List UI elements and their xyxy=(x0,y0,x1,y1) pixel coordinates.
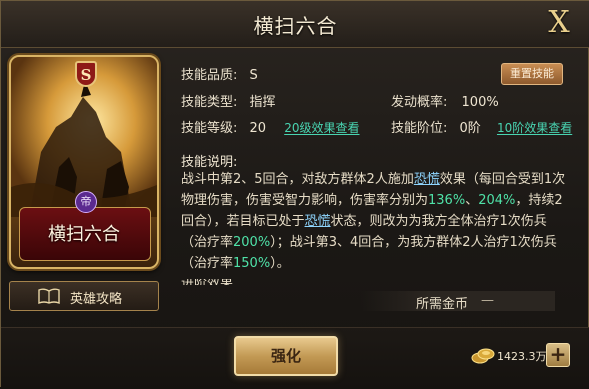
card-name: 横扫六合 xyxy=(48,224,120,245)
skill-description: 战斗中第2、5回合，对敌方群体2人施加恐慌效果（每回合受到1次物理伤害，伤害受智… xyxy=(181,169,569,279)
grade-badge: S xyxy=(75,61,97,87)
quality-value: S xyxy=(249,68,258,83)
gold-coin-icon xyxy=(471,348,495,364)
heal-rate-value: 150% xyxy=(233,256,271,271)
rate-value: 100% xyxy=(461,95,499,110)
hero-guide-label: 英雄攻略 xyxy=(70,292,123,307)
close-button[interactable]: X xyxy=(542,5,576,41)
level-label: 技能等级: xyxy=(181,121,238,136)
skill-panel: 横扫六合 X S 帝 横扫六合 英雄攻略 技能品质: S 重置技能 技能类型: … xyxy=(0,0,589,389)
gold-cost-label: 所需金币 xyxy=(416,297,469,312)
heal-rate-value: 200% xyxy=(233,235,271,250)
stage-row: 技能阶位: 0阶 10阶效果查看 xyxy=(391,117,572,136)
type-value: 指挥 xyxy=(249,95,276,110)
desc-text: ）。 xyxy=(270,256,290,271)
stage-label: 技能阶位: xyxy=(391,121,448,136)
type-label: 技能类型: xyxy=(181,95,238,110)
hero-guide-button[interactable]: 英雄攻略 xyxy=(9,281,159,311)
description-title: 技能说明: xyxy=(181,155,238,170)
damage-rate-value: 136% xyxy=(428,193,466,208)
strengthen-button[interactable]: 强化 xyxy=(234,336,338,376)
type-row: 技能类型: 指挥 xyxy=(181,91,276,110)
title-bar: 横扫六合 X xyxy=(1,1,589,48)
skill-card: S 帝 横扫六合 xyxy=(9,55,159,269)
quality-row: 技能品质: S xyxy=(181,64,258,83)
level-effect-link[interactable]: 20级效果查看 xyxy=(284,121,359,135)
stage-effect-link[interactable]: 10阶效果查看 xyxy=(497,121,572,135)
quality-label: 技能品质: xyxy=(181,68,238,83)
rate-label: 发动概率: xyxy=(391,95,448,110)
emperor-type-icon: 帝 xyxy=(75,191,97,213)
add-gold-button[interactable]: + xyxy=(546,343,570,367)
stage-value: 0阶 xyxy=(459,121,481,136)
desc-text: 战斗中第2、5回合，对敌方群体2人施加 xyxy=(181,172,414,187)
panic-keyword[interactable]: 恐慌 xyxy=(414,172,440,187)
panic-keyword[interactable]: 恐慌 xyxy=(305,214,331,229)
rate-row: 发动概率: 100% xyxy=(391,91,499,110)
damage-rate-value: 204% xyxy=(478,193,516,208)
book-icon xyxy=(38,288,60,304)
level-value: 20 xyxy=(249,121,267,136)
reset-skill-button[interactable]: 重置技能 xyxy=(501,63,563,85)
gold-cost-value: — xyxy=(481,293,494,308)
gold-balance: 1423.3万 xyxy=(497,350,547,363)
panel-title: 横扫六合 xyxy=(253,14,338,38)
level-row: 技能等级: 20 20级效果查看 xyxy=(181,117,360,136)
advanced-effect-cut: 进阶效果 xyxy=(181,279,301,285)
desc-text: 、 xyxy=(465,193,479,208)
